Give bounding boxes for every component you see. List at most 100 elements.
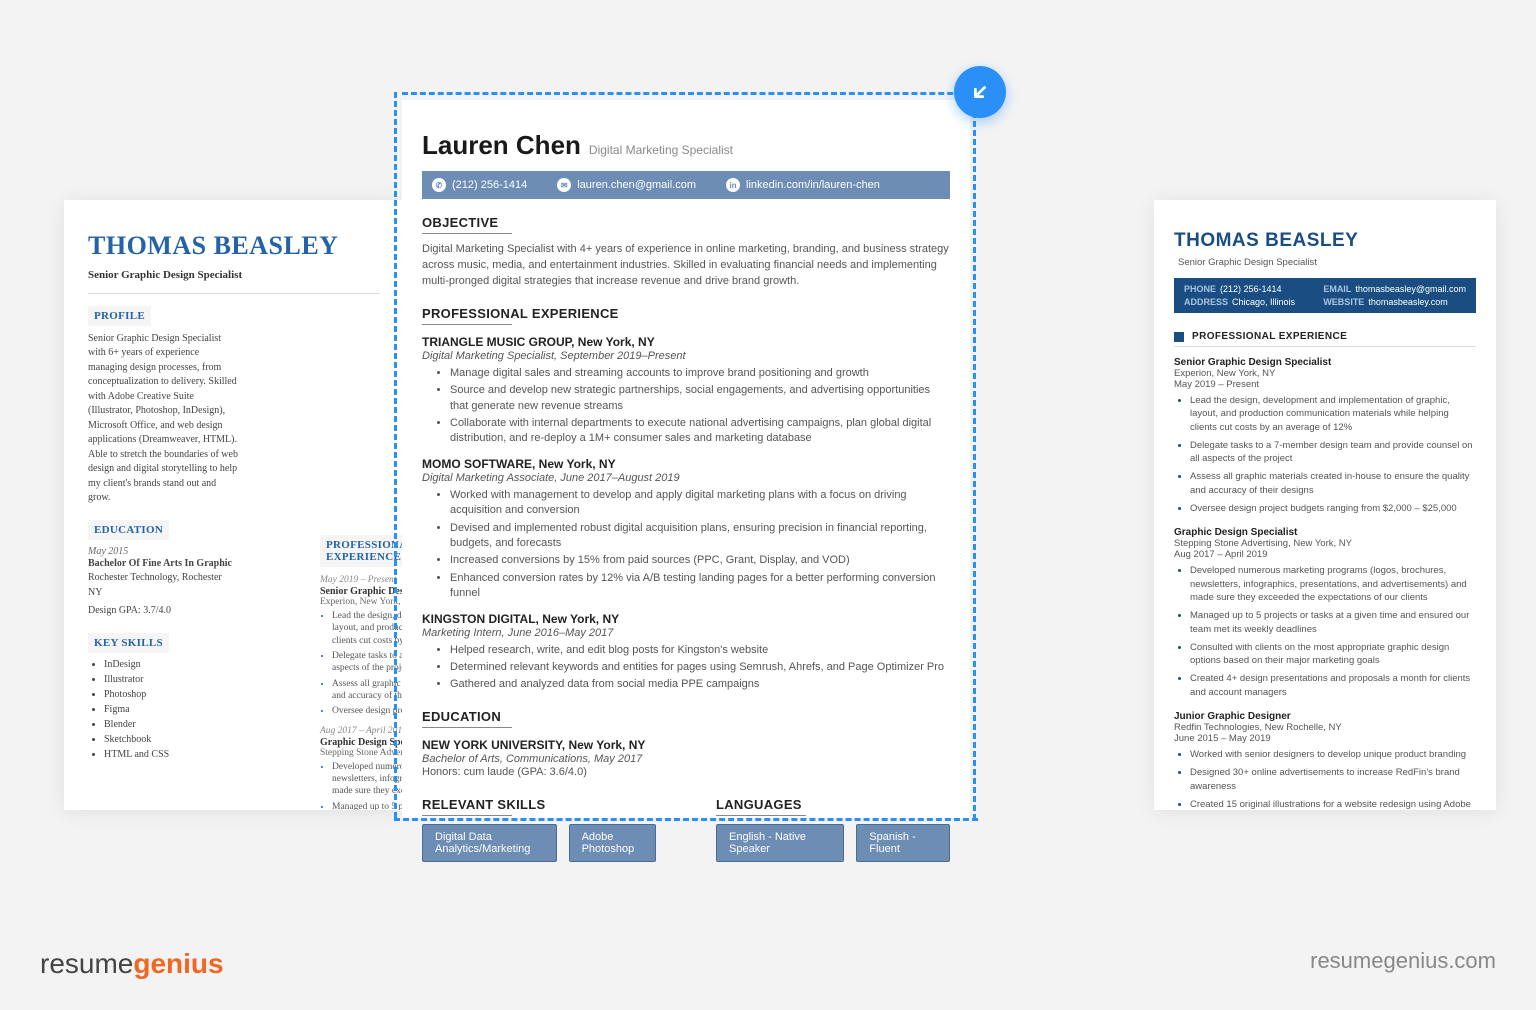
job-block: May 2019 – Present Senior Graphic Design… bbox=[320, 575, 404, 718]
divider bbox=[422, 324, 512, 325]
job-head: TRIANGLE MUSIC GROUP, New York, NY bbox=[422, 335, 950, 349]
objective-heading: OBJECTIVE bbox=[422, 215, 950, 230]
bullet: Worked with management to develop and ap… bbox=[450, 488, 950, 519]
bullet: Oversee design project budgets ranging f… bbox=[1190, 502, 1476, 515]
lang-pill: Spanish - Fluent bbox=[856, 824, 950, 862]
job-date: Aug 2017 – April 2019 bbox=[320, 726, 404, 736]
center-job: Digital Marketing Specialist bbox=[589, 143, 733, 157]
job-title: Senior Graphic Design Specialist bbox=[320, 586, 404, 597]
job-date: May 2019 – Present bbox=[1174, 379, 1476, 390]
phone-icon: ✆ bbox=[432, 178, 446, 192]
phone-item: ✆ (212) 256-1414 bbox=[432, 178, 527, 192]
edu-degree: Bachelor of Arts, Communications, May 20… bbox=[422, 753, 950, 765]
profile-heading: PROFILE bbox=[88, 306, 151, 326]
right-contact-bar: PHONE(212) 256-1414 EMAILthomasbeasley@g… bbox=[1174, 278, 1476, 313]
left-name: THOMAS BEASLEY bbox=[88, 232, 380, 261]
bullet: Oversee design project budgets r bbox=[332, 706, 404, 716]
skills-list: InDesign Illustrator Photoshop Figma Ble… bbox=[88, 659, 238, 760]
bullet: Lead the design, development an layout, … bbox=[332, 611, 404, 646]
job-company: Stepping Stone Advertising, New Yo bbox=[320, 748, 404, 758]
bullet: Helped research, write, and edit blog po… bbox=[450, 643, 950, 658]
brand-part2: genius bbox=[133, 948, 223, 979]
address-item: ADDRESSChicago, Illinois bbox=[1184, 297, 1313, 307]
bullet: Manage digital sales and streaming accou… bbox=[450, 366, 950, 381]
skill-item: Blender bbox=[104, 719, 238, 730]
job-title: Junior Graphic Designer bbox=[1174, 711, 1476, 722]
edu-date: May 2015 bbox=[88, 546, 238, 557]
bullet: Increased conversions by 15% from paid s… bbox=[450, 553, 950, 568]
job-head: MOMO SOFTWARE, New York, NY bbox=[422, 457, 950, 471]
bullet: Source and develop new strategic partner… bbox=[450, 383, 950, 414]
arrow-down-left-icon bbox=[969, 81, 991, 103]
brand-logo: resumegenius bbox=[40, 948, 224, 980]
job-date: June 2015 – May 2019 bbox=[1174, 733, 1476, 744]
job-sub: Marketing Intern, June 2016–May 2017 bbox=[422, 627, 950, 639]
education-heading: EDUCATION bbox=[88, 520, 169, 540]
lang-pill: English - Native Speaker bbox=[716, 824, 844, 862]
bullet: Consulted with clients on the most appro… bbox=[1190, 641, 1476, 668]
bullet: Enhanced conversion rates by 12% via A/B… bbox=[450, 571, 950, 602]
bullet: Developed numerous marketing newsletters… bbox=[332, 762, 404, 797]
skill-item: InDesign bbox=[104, 659, 238, 670]
bullet: Designed 30+ online advertisements to in… bbox=[1190, 766, 1476, 793]
divider bbox=[88, 293, 380, 294]
job-company: Stepping Stone Advertising, New York, NY bbox=[1174, 538, 1476, 549]
job-company: Redfin Technologies, New Rochelle, NY bbox=[1174, 722, 1476, 733]
phone-text: (212) 256-1414 bbox=[452, 179, 527, 191]
skills-heading: KEY SKILLS bbox=[88, 633, 169, 653]
right-name: THOMAS BEASLEY bbox=[1174, 230, 1358, 252]
edu-gpa: Design GPA: 3.7/4.0 bbox=[88, 604, 238, 619]
divider bbox=[1174, 346, 1476, 347]
left-experience-col: PROFESSIONAL EXPERIENCE May 2019 – Prese… bbox=[320, 535, 404, 810]
skills-heading: RELEVANT SKILLS bbox=[422, 797, 656, 812]
edu-school: Rochester Technology, Rochester NY bbox=[88, 571, 238, 600]
skill-item: Sketchbook bbox=[104, 734, 238, 745]
edu-honors: Honors: cum laude (GPA: 3.6/4.0) bbox=[422, 765, 950, 781]
experience-heading: PROFESSIONAL EXPERIENCE bbox=[422, 306, 950, 321]
divider bbox=[422, 233, 512, 234]
bullet: Devised and implemented robust digital a… bbox=[450, 521, 950, 552]
bullet: Delegate tasks to a 7-member de all aspe… bbox=[332, 651, 404, 673]
profile-text: Senior Graphic Design Specialist with 6+… bbox=[88, 332, 238, 506]
bullet: Delegate tasks to a 7-member design team… bbox=[1190, 439, 1476, 466]
job-date: Aug 2017 – April 2019 bbox=[1174, 549, 1476, 560]
resume-left: THOMAS BEASLEY Senior Graphic Design Spe… bbox=[64, 200, 404, 810]
bullet: Assess all graphic materials crea and ac… bbox=[332, 679, 404, 701]
job-block: Aug 2017 – April 2019 Graphic Design Spe… bbox=[320, 726, 404, 810]
highlight-border bbox=[402, 92, 980, 95]
bullet: Determined relevant keywords and entitie… bbox=[450, 660, 950, 675]
divider bbox=[716, 815, 806, 816]
objective-text: Digital Marketing Specialist with 4+ yea… bbox=[422, 242, 950, 290]
job-head: KINGSTON DIGITAL, New York, NY bbox=[422, 612, 950, 626]
right-job: Senior Graphic Design Specialist bbox=[1178, 257, 1317, 268]
center-name: Lauren Chen bbox=[422, 130, 581, 161]
skill-item: HTML and CSS bbox=[104, 749, 238, 760]
job-title: Graphic Design Specialist bbox=[320, 737, 404, 748]
left-subtitle: Senior Graphic Design Specialist bbox=[88, 269, 380, 281]
skill-item: Illustrator bbox=[104, 674, 238, 685]
mail-icon: ✉ bbox=[557, 178, 571, 192]
job-title: Senior Graphic Design Specialist bbox=[1174, 357, 1476, 368]
expand-arrow-button[interactable] bbox=[954, 66, 1006, 118]
bullet: Worked with senior designers to develop … bbox=[1190, 748, 1476, 761]
linkedin-item: inlinkedin.com/in/lauren-chen bbox=[726, 178, 880, 192]
resume-right: THOMAS BEASLEY Senior Graphic Design Spe… bbox=[1154, 200, 1496, 810]
bullet: Created 15 original illustrations for a … bbox=[1190, 798, 1476, 810]
bullet: Assess all graphic materials created in-… bbox=[1190, 470, 1476, 497]
job-company: Experion, New York, NY bbox=[320, 597, 404, 607]
email-text: lauren.chen@gmail.com bbox=[577, 179, 696, 191]
website-item: WEBSITEthomasbeasley.com bbox=[1323, 297, 1466, 307]
edu-school: NEW YORK UNIVERSITY, New York, NY bbox=[422, 738, 950, 752]
languages-heading: LANGUAGES bbox=[716, 797, 950, 812]
linkedin-text: linkedin.com/in/lauren-chen bbox=[746, 179, 880, 191]
brand-url: resumegenius.com bbox=[1310, 948, 1496, 974]
divider bbox=[422, 815, 512, 816]
email-item: EMAILthomasbeasley@gmail.com bbox=[1323, 284, 1466, 294]
job-sub: Digital Marketing Specialist, September … bbox=[422, 350, 950, 362]
bullet: Lead the design, development and impleme… bbox=[1190, 394, 1476, 434]
skill-pill: Adobe Photoshop bbox=[569, 824, 656, 862]
experience-heading: PROFESSIONAL EXPERIENCE bbox=[320, 535, 404, 567]
skill-item: Photoshop bbox=[104, 689, 238, 700]
experience-heading: PROFESSIONAL EXPERIENCE bbox=[1192, 331, 1347, 342]
email-item: ✉ lauren.chen@gmail.com bbox=[557, 178, 696, 192]
